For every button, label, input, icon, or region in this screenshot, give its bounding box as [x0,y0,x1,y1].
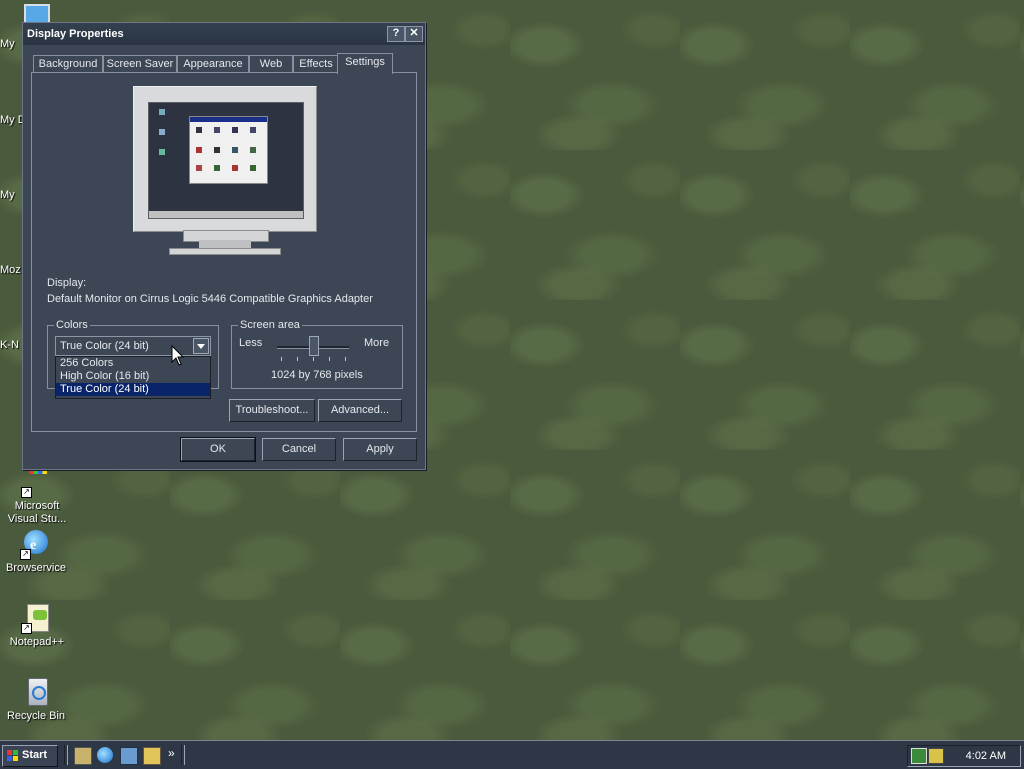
slider-tick [297,357,298,361]
ok-button[interactable]: OK [180,437,256,462]
outlook-express-icon[interactable] [120,747,138,765]
recycle-bin-icon [20,676,52,708]
desktop-icon-browservice[interactable]: e ↗ Browservice [3,528,69,575]
colors-legend: Colors [54,319,90,331]
cancel-button[interactable]: Cancel [262,438,336,461]
troubleshoot-button[interactable]: Troubleshoot... [229,399,315,422]
colors-option-24bit[interactable]: True Color (24 bit) [56,383,210,396]
monitor-icon [24,4,50,24]
slider-tick [345,357,346,361]
desktop-icon-label: Notepad++ [9,636,65,648]
clock[interactable]: 4:02 AM [966,750,1006,762]
start-label: Start [22,749,48,761]
desktop-icon-label: Recycle Bin [6,710,66,722]
slider-less-label: Less [239,337,263,349]
desktop-icon-recycle-bin[interactable]: Recycle Bin [3,676,69,723]
help-button[interactable]: ? [387,26,405,42]
desktop-icon-label-edge[interactable]: K-N [0,339,22,353]
colors-option-256[interactable]: 256 Colors [56,357,210,370]
slider-tick [313,357,314,361]
network-icon[interactable] [911,748,927,764]
colors-option-16bit[interactable]: High Color (16 bit) [56,370,210,383]
monitor-screen [148,102,304,219]
display-label: Display: [47,277,87,289]
taskbar: Start » 4:02 AM [0,740,1024,769]
chevron-down-icon[interactable] [193,338,209,354]
screen-area-legend: Screen area [238,319,302,331]
internet-explorer-icon[interactable] [97,747,113,763]
system-tray: 4:02 AM [907,745,1021,767]
tab-appearance[interactable]: Appearance [177,55,249,73]
colors-dropdown-list: 256 Colors High Color (16 bit) True Colo… [55,356,211,399]
colors-dropdown[interactable]: True Color (24 bit) [55,336,211,356]
mini-desktop-icon [159,149,165,155]
show-desktop-icon[interactable] [74,747,92,765]
slider-more-label: More [364,337,390,349]
screen-area-slider-thumb[interactable] [309,336,319,356]
tab-settings[interactable]: Settings [337,53,393,74]
mouse-cursor-icon [171,345,185,366]
tab-effects[interactable]: Effects [293,55,339,73]
monitor-preview [133,86,317,232]
advanced-button[interactable]: Advanced... [318,399,402,422]
quick-launch-chevron[interactable]: » [168,746,175,760]
colors-selected-value: True Color (24 bit) [60,340,149,352]
explorer-folder-icon[interactable] [143,747,161,765]
visual-studio-icon: ↗ [21,466,53,498]
tab-background[interactable]: Background [33,55,103,73]
desktop-icon-label: Microsoft Visual Stu... [7,500,67,525]
start-button[interactable]: Start [2,745,58,767]
desktop-icon-label-edge[interactable]: My [0,38,22,52]
shortcut-arrow-icon: ↗ [20,549,31,560]
title-bar[interactable]: Display Properties ? ✕ [23,23,425,45]
windows-flag-icon [7,750,18,761]
shortcut-arrow-icon: ↗ [21,487,32,498]
mini-taskbar [149,211,303,218]
screen-area-value: 1024 by 768 pixels [271,369,363,381]
tray-app-icon[interactable] [928,748,944,764]
monitor-base [169,248,281,255]
desktop-icon-label: Browservice [6,562,66,574]
slider-tick [329,357,330,361]
desktop-icon-visual-studio[interactable]: ↗ Microsoft Visual Stu... [4,466,70,526]
desktop-icon-label-edge[interactable]: My D [0,114,22,128]
shortcut-arrow-icon: ↗ [21,623,32,634]
mini-window [189,116,268,184]
apply-button[interactable]: Apply [343,438,417,461]
close-button[interactable]: ✕ [405,26,423,42]
display-value: Default Monitor on Cirrus Logic 5446 Com… [47,293,373,305]
desktop-icon-label-edge[interactable]: My [0,189,22,203]
desktop-icon-label-edge[interactable]: Moz [0,264,22,278]
taskbar-separator [64,745,68,765]
slider-tick [281,357,282,361]
notepad-plus-plus-icon: ↗ [21,602,53,634]
desktop-icon-my-computer[interactable] [22,2,50,24]
display-properties-dialog: Display Properties ? ✕ Background Screen… [22,22,426,470]
mini-desktop-icon [159,129,165,135]
mini-desktop-icon [159,109,165,115]
taskbar-separator [181,745,185,765]
tab-web[interactable]: Web [249,55,293,73]
internet-explorer-icon: e ↗ [20,528,52,560]
tab-screen-saver[interactable]: Screen Saver [103,55,177,73]
desktop-icon-notepad-plus-plus[interactable]: ↗ Notepad++ [4,602,70,649]
dialog-title: Display Properties [27,28,124,40]
